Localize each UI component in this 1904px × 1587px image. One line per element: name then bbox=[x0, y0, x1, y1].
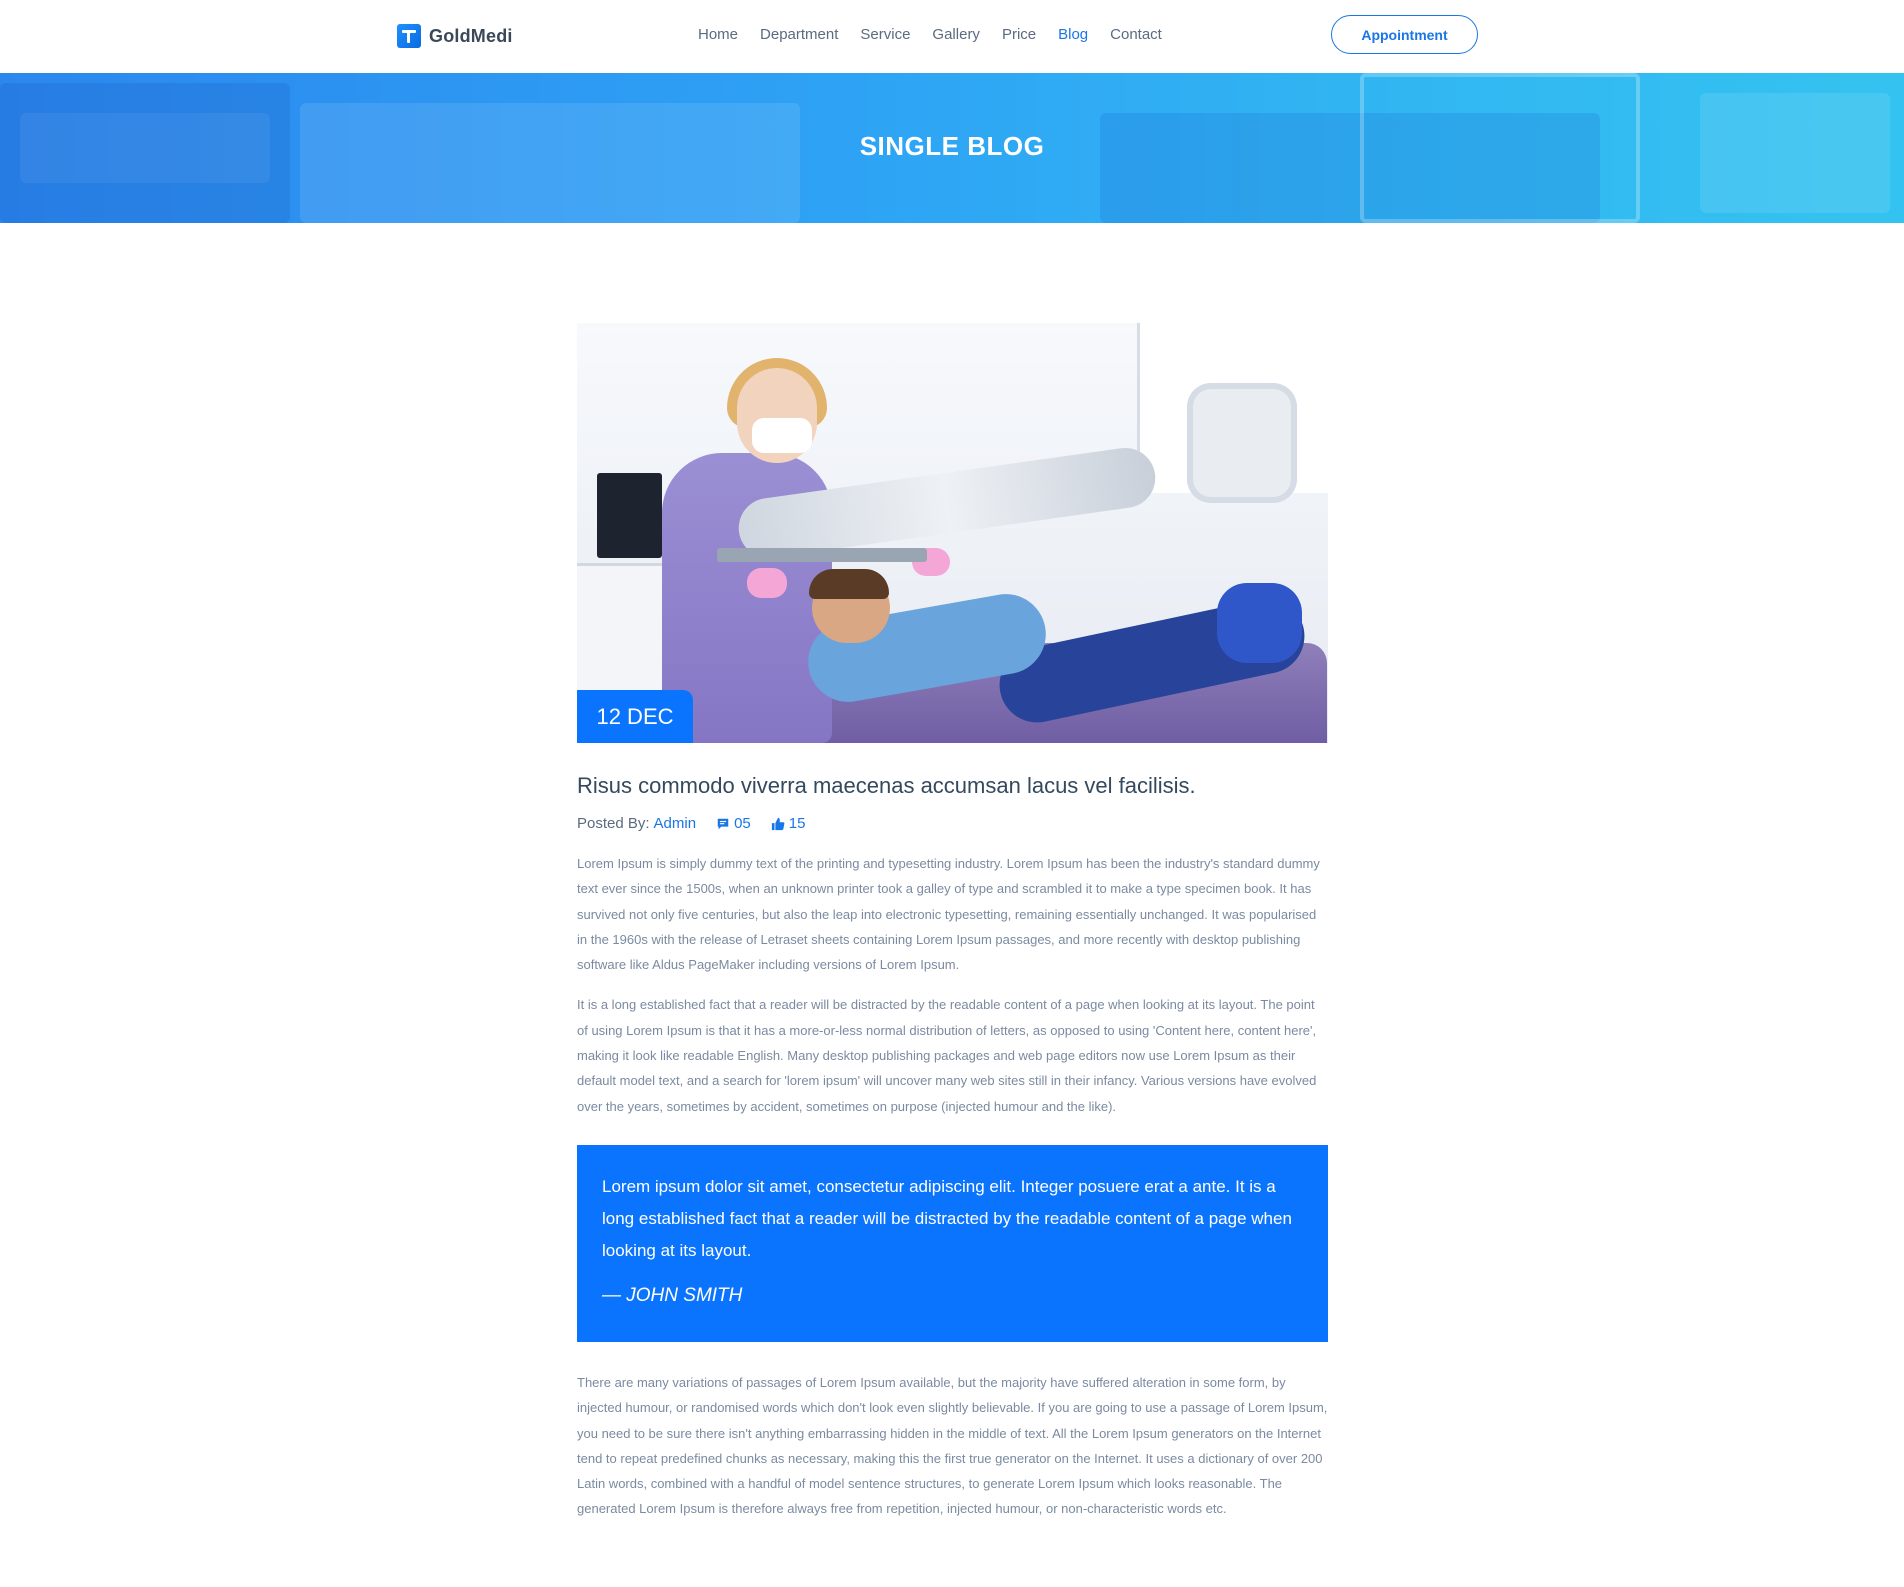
post-author-link[interactable]: Admin bbox=[654, 815, 697, 832]
nav-item-price[interactable]: Price bbox=[1002, 26, 1036, 43]
nav-item-blog[interactable]: Blog bbox=[1058, 26, 1088, 43]
page-banner: SINGLE BLOG bbox=[0, 73, 1904, 223]
scene-dental-lamp bbox=[1187, 383, 1297, 503]
comments-count[interactable]: 05 bbox=[716, 815, 751, 832]
post-meta: Posted By: Admin 05 15 bbox=[577, 815, 1328, 832]
comment-icon bbox=[717, 818, 729, 829]
likes-count-value: 15 bbox=[788, 815, 806, 832]
post-paragraph: It is a long established fact that a rea… bbox=[577, 997, 1317, 1114]
scene-patient-hair bbox=[809, 569, 889, 599]
dental-clinic-illustration bbox=[577, 323, 1328, 743]
nav-item-gallery[interactable]: Gallery bbox=[932, 26, 980, 43]
posted-by-label: Posted By: bbox=[577, 815, 650, 832]
post-date-badge: 12 DEC bbox=[577, 690, 693, 743]
post-title[interactable]: Risus commodo viverra maecenas accumsan … bbox=[577, 771, 1328, 801]
nav-item-department[interactable]: Department bbox=[760, 26, 838, 43]
site-header: GoldMedi Home Department Service Gallery… bbox=[0, 0, 1904, 73]
appointment-button[interactable]: Appointment bbox=[1331, 15, 1478, 54]
post-paragraph: There are many variations of passages of… bbox=[577, 1374, 1328, 1517]
scene-patient-shoe bbox=[1217, 583, 1302, 663]
likes-count[interactable]: 15 bbox=[771, 815, 806, 832]
post-blockquote: Lorem ipsum dolor sit amet, consectetur … bbox=[577, 1144, 1328, 1342]
scene-monitor bbox=[597, 473, 662, 558]
nav-item-contact[interactable]: Contact bbox=[1110, 26, 1162, 43]
scene-tray bbox=[717, 548, 927, 562]
scene-glove bbox=[747, 568, 787, 598]
brand-logo[interactable]: GoldMedi bbox=[397, 24, 513, 48]
medical-cross-logo-icon bbox=[397, 24, 421, 48]
nav-item-service[interactable]: Service bbox=[860, 26, 910, 43]
thumbs-up-icon bbox=[771, 817, 785, 830]
brand-name: GoldMedi bbox=[429, 25, 513, 46]
nav-item-home[interactable]: Home bbox=[698, 26, 738, 43]
scene-dentist-mask bbox=[752, 418, 812, 453]
post-featured-image: 12 DEC bbox=[577, 323, 1328, 743]
post-paragraph: Lorem Ipsum is simply dummy text of the … bbox=[577, 856, 1320, 973]
page-title: SINGLE BLOG bbox=[859, 131, 1045, 161]
quote-author: — JOHN SMITH bbox=[602, 1284, 743, 1306]
comments-count-value: 05 bbox=[734, 815, 751, 832]
banner-background-shape bbox=[300, 103, 800, 223]
quote-text: Lorem ipsum dolor sit amet, consectetur … bbox=[602, 1176, 1292, 1260]
main-nav: Home Department Service Gallery Price Bl… bbox=[698, 26, 1184, 43]
blog-post: 12 DEC Risus commodo viverra maecenas ac… bbox=[577, 323, 1328, 1522]
